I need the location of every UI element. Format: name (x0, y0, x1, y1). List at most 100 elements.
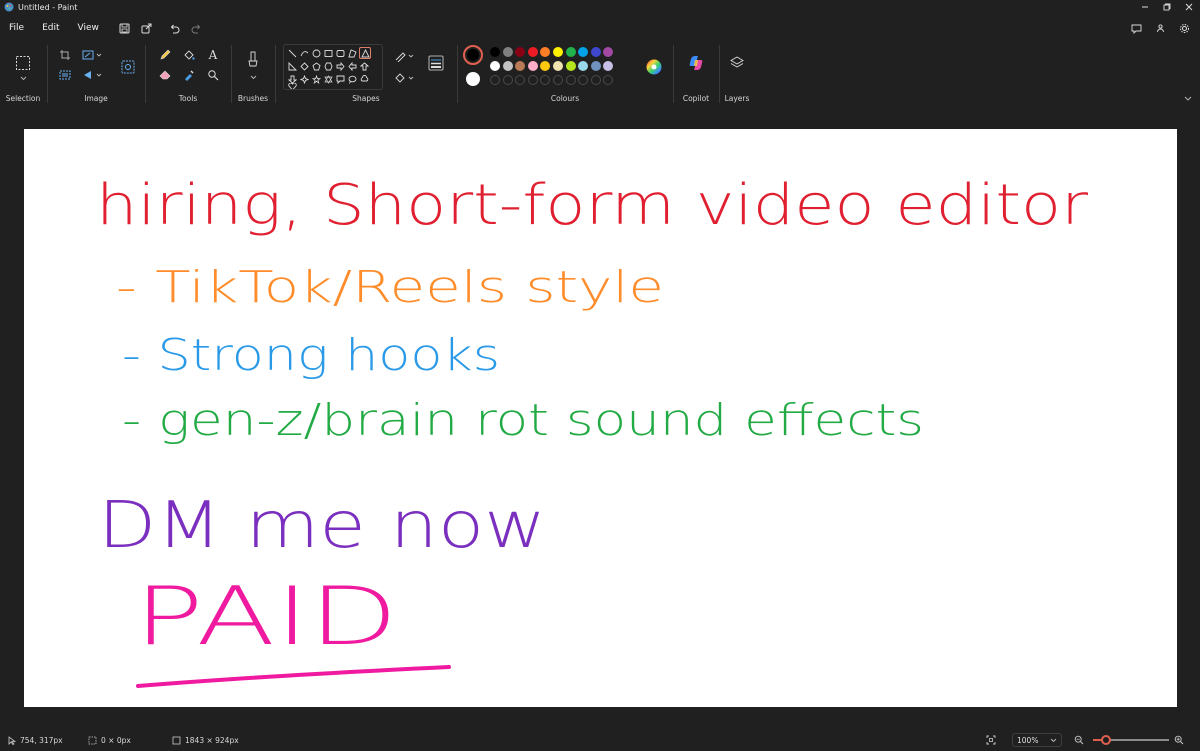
layers-button[interactable] (727, 53, 747, 73)
stroke-size-button[interactable] (426, 53, 446, 73)
shape-diamond[interactable] (299, 61, 309, 71)
rotate-button[interactable] (80, 67, 106, 83)
save-button[interactable] (114, 18, 136, 38)
shape-oval-callout[interactable] (347, 74, 357, 84)
shape-four-point-star[interactable] (299, 74, 309, 84)
pencil-button[interactable] (156, 47, 174, 63)
palette-swatch[interactable] (603, 47, 614, 57)
shape-curve[interactable] (299, 48, 309, 58)
palette-swatch[interactable] (590, 61, 601, 71)
menu-edit[interactable]: Edit (33, 18, 68, 38)
shape-up-arrow[interactable] (359, 61, 369, 71)
palette-swatch[interactable] (565, 61, 576, 71)
menu-file[interactable]: File (0, 18, 33, 38)
redo-button[interactable] (186, 18, 208, 38)
brushes-button[interactable] (243, 49, 263, 71)
palette-swatch[interactable] (515, 47, 526, 57)
shape-left-arrow[interactable] (347, 61, 357, 71)
palette-swatch[interactable] (490, 61, 500, 71)
custom-color-slot[interactable] (603, 75, 614, 85)
shape-pentagon[interactable] (311, 61, 321, 71)
custom-color-slot[interactable] (540, 75, 551, 85)
shape-fill-button[interactable] (392, 70, 418, 86)
palette-swatch[interactable] (578, 47, 589, 57)
shape-right-arrow[interactable] (335, 61, 345, 71)
shape-six-point-star[interactable] (323, 74, 333, 84)
shape-heart[interactable] (287, 83, 297, 89)
palette-swatch[interactable] (502, 47, 513, 57)
palette-swatch[interactable] (515, 61, 526, 71)
palette-swatch[interactable] (540, 61, 551, 71)
custom-color-slot[interactable] (527, 75, 538, 85)
shape-cloud-callout[interactable] (359, 74, 369, 84)
settings-button[interactable] (1174, 18, 1194, 38)
palette-swatch[interactable] (578, 61, 589, 71)
custom-color-slot[interactable] (590, 75, 601, 85)
undo-button[interactable] (164, 18, 186, 38)
heart-shape-icon (287, 83, 297, 89)
zoom-slider-thumb[interactable] (1100, 735, 1111, 745)
primary-color-swatch[interactable] (463, 45, 483, 65)
paid-underline (136, 665, 451, 688)
outline-button[interactable] (392, 48, 418, 64)
shape-rectangle[interactable] (323, 48, 333, 58)
brushes-dropdown[interactable] (245, 72, 261, 82)
shape-triangle[interactable] (359, 47, 371, 59)
edit-colors-button[interactable] (644, 57, 664, 77)
feedback-button[interactable] (1126, 18, 1146, 38)
menu-view[interactable]: View (69, 18, 108, 38)
copilot-button[interactable] (686, 53, 706, 73)
palette-swatch[interactable] (490, 47, 500, 57)
shape-polygon[interactable] (347, 48, 357, 58)
account-button[interactable] (1150, 18, 1170, 38)
custom-color-slot[interactable] (515, 75, 526, 85)
fit-to-window-button[interactable] (986, 729, 1000, 751)
restore-button[interactable] (1156, 0, 1178, 14)
shape-fill-icon (395, 73, 414, 83)
shape-five-point-star[interactable] (311, 74, 321, 84)
fill-button[interactable] (180, 47, 198, 63)
resize-button[interactable] (80, 47, 106, 63)
zoom-slider[interactable] (1093, 735, 1169, 745)
zoom-out-button[interactable] (1074, 729, 1088, 751)
palette-swatch[interactable] (527, 47, 538, 57)
palette-swatch[interactable] (502, 61, 513, 71)
image-select-all-button[interactable] (56, 67, 74, 83)
palette-swatch[interactable] (553, 47, 563, 57)
shapes-gallery[interactable] (283, 44, 383, 90)
shape-rect-callout[interactable] (335, 74, 345, 84)
minimize-button[interactable] (1134, 0, 1156, 14)
crop-button[interactable] (56, 47, 74, 63)
zoom-dropdown[interactable]: 100% (1012, 733, 1062, 747)
magnifier-button[interactable] (204, 67, 222, 83)
palette-swatch[interactable] (553, 61, 563, 71)
eraser-button[interactable] (156, 67, 174, 83)
drawing-canvas[interactable]: hiring, Short-form video editor - TikTok… (24, 129, 1177, 707)
palette-swatch[interactable] (527, 61, 538, 71)
shape-hexagon[interactable] (323, 61, 333, 71)
share-button[interactable] (136, 18, 158, 38)
image-background-button[interactable] (118, 57, 138, 77)
custom-color-slot[interactable] (490, 75, 500, 85)
shape-right-triangle[interactable] (287, 61, 297, 71)
close-button[interactable] (1178, 0, 1200, 14)
ribbon-collapse-button[interactable] (1182, 93, 1194, 103)
palette-swatch[interactable] (565, 47, 576, 57)
custom-color-slot[interactable] (553, 75, 563, 85)
select-dropdown[interactable] (15, 73, 31, 83)
select-button[interactable] (13, 53, 33, 73)
zoom-in-button[interactable] (1174, 729, 1188, 751)
custom-color-slot[interactable] (578, 75, 589, 85)
secondary-color-swatch[interactable] (466, 72, 480, 86)
palette-swatch[interactable] (603, 61, 614, 71)
shape-line[interactable] (287, 48, 297, 58)
shape-oval[interactable] (311, 48, 321, 58)
color-picker-button[interactable] (180, 67, 198, 83)
shape-rounded-rectangle[interactable] (335, 48, 345, 58)
share-icon (141, 23, 152, 33)
custom-color-slot[interactable] (565, 75, 576, 85)
text-button[interactable]: A (204, 47, 222, 63)
custom-color-slot[interactable] (502, 75, 513, 85)
palette-swatch[interactable] (590, 47, 601, 57)
palette-swatch[interactable] (540, 47, 551, 57)
